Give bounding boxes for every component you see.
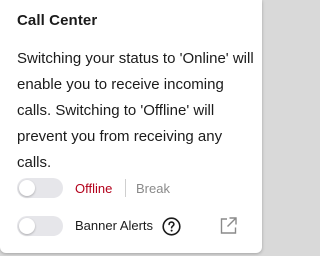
banner-alerts-label: Banner Alerts xyxy=(75,218,154,233)
banner-alerts-toggle-knob xyxy=(19,218,35,234)
panel-description: Switching your status to 'Online' will e… xyxy=(17,50,254,171)
external-link-icon[interactable] xyxy=(219,216,238,235)
status-toggle-knob xyxy=(19,180,35,196)
status-offline-option[interactable]: Offline xyxy=(75,181,112,196)
status-break-option[interactable]: Break xyxy=(136,181,170,196)
panel-title: Call Center xyxy=(17,12,98,29)
status-divider xyxy=(125,179,126,197)
call-center-panel: Call Center Switching your status to 'On… xyxy=(0,0,262,253)
help-icon[interactable] xyxy=(162,217,181,236)
status-toggle[interactable] xyxy=(17,178,63,198)
banner-alerts-toggle[interactable] xyxy=(17,216,63,236)
